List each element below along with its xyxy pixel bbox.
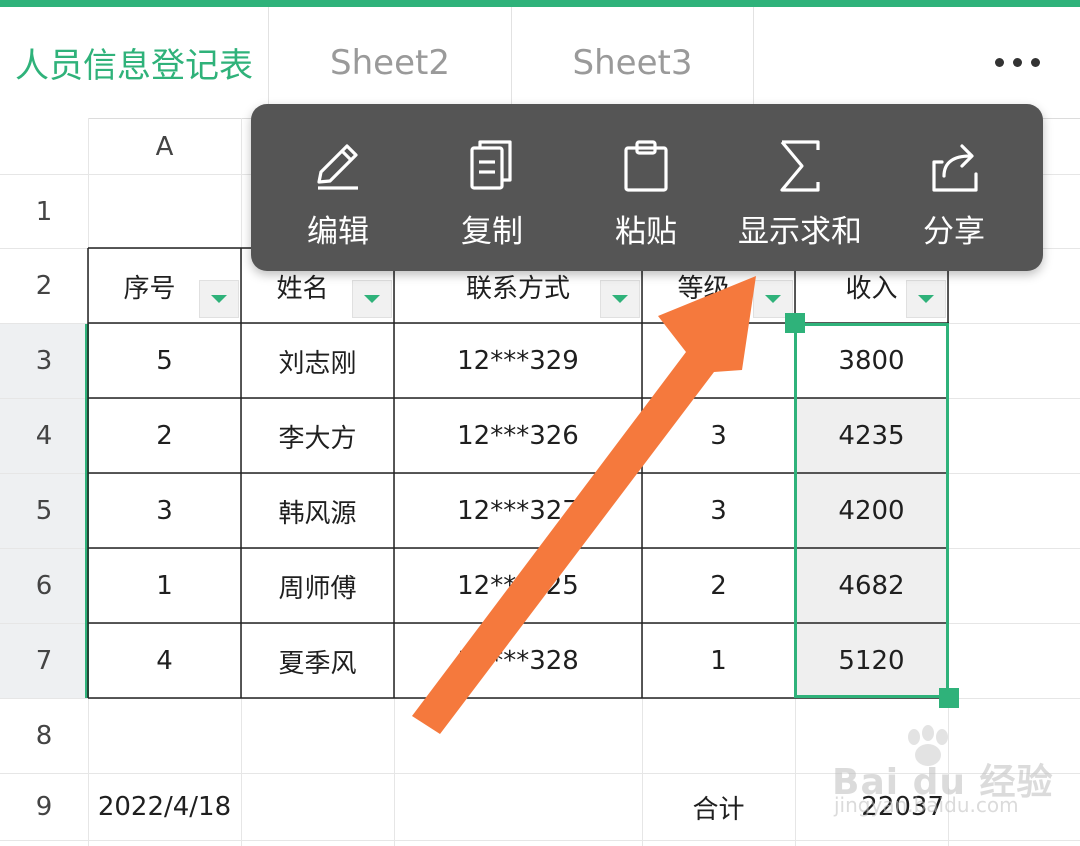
header-label: 收入	[845, 273, 898, 304]
cell[interactable]: 3	[642, 399, 795, 473]
filter-dropdown-contact[interactable]	[600, 280, 640, 318]
dropdown-triangle-icon	[211, 295, 227, 303]
cell[interactable]: 5120	[795, 624, 948, 698]
cell[interactable]: 12***329	[394, 324, 642, 398]
dropdown-triangle-icon	[364, 295, 380, 303]
cell-date[interactable]: 2022/4/18	[88, 774, 241, 840]
sheet-tabs-bar: 人员信息登记表 Sheet2 Sheet3	[0, 7, 1080, 119]
row-header-1[interactable]: 1	[0, 175, 88, 248]
cell[interactable]: 刘志刚	[241, 324, 394, 398]
cell[interactable]: 李大方	[241, 399, 394, 473]
cell[interactable]: 4	[88, 624, 241, 698]
clipboard-icon	[624, 140, 668, 192]
dropdown-triangle-icon	[918, 295, 934, 303]
column-header-a[interactable]: A	[88, 118, 241, 175]
filter-dropdown-income[interactable]	[906, 280, 946, 318]
dropdown-triangle-icon	[612, 295, 628, 303]
cell[interactable]: 4235	[795, 399, 948, 473]
cell-total-label[interactable]: 合计	[642, 774, 795, 840]
cell[interactable]: 夏季风	[241, 624, 394, 698]
more-dot-icon	[995, 58, 1004, 67]
menu-label: 分享	[923, 214, 985, 250]
filter-dropdown-name[interactable]	[352, 280, 392, 318]
menu-item-show-sum[interactable]: 显示求和	[723, 104, 877, 271]
row-header-5[interactable]: 5	[0, 474, 88, 548]
menu-item-paste[interactable]: 粘贴	[569, 104, 723, 271]
row-header-4[interactable]: 4	[0, 399, 88, 473]
menu-item-copy[interactable]: 复制	[415, 104, 569, 271]
context-menu: 编辑 复制 粘贴 显示求和 分享	[251, 104, 1043, 271]
cell[interactable]: 4	[642, 324, 795, 398]
cell[interactable]: 4200	[795, 474, 948, 548]
top-accent-bar	[0, 0, 1080, 7]
cell[interactable]: 12***326	[394, 399, 642, 473]
tab-sheet1[interactable]: 人员信息登记表	[0, 7, 269, 118]
tab-sheet3[interactable]: Sheet3	[512, 7, 754, 118]
sigma-icon	[780, 140, 820, 192]
header-label: 联系方式	[465, 273, 570, 304]
menu-label: 粘贴	[615, 214, 677, 250]
header-label: 姓名	[276, 273, 329, 304]
row-header-7[interactable]: 7	[0, 624, 88, 698]
cell[interactable]: 3	[642, 474, 795, 548]
header-label: 序号	[123, 273, 176, 304]
cell[interactable]: 1	[88, 549, 241, 623]
cell[interactable]: 12***328	[394, 624, 642, 698]
cell[interactable]: 3	[88, 474, 241, 548]
row-header-6[interactable]: 6	[0, 549, 88, 623]
row-header-9[interactable]: 9	[0, 774, 88, 840]
menu-label: 编辑	[307, 214, 369, 250]
row-header-8[interactable]: 8	[0, 699, 88, 773]
cell[interactable]: 5	[88, 324, 241, 398]
cell[interactable]: 4682	[795, 549, 948, 623]
menu-item-share[interactable]: 分享	[877, 104, 1031, 271]
selection-handle-top[interactable]	[785, 313, 805, 333]
tab-sheet2[interactable]: Sheet2	[269, 7, 512, 118]
header-label: 等级	[677, 273, 730, 304]
cell[interactable]: 2	[642, 549, 795, 623]
row-header-2[interactable]: 2	[0, 249, 88, 323]
menu-label: 复制	[461, 214, 523, 250]
dropdown-triangle-icon	[765, 295, 781, 303]
cell[interactable]: 12***327	[394, 474, 642, 548]
cell[interactable]: 韩风源	[241, 474, 394, 548]
more-tabs-button[interactable]	[955, 7, 1080, 118]
menu-item-edit[interactable]: 编辑	[261, 104, 415, 271]
selection-handle-bottom[interactable]	[939, 688, 959, 708]
filter-dropdown-index[interactable]	[199, 280, 239, 318]
more-dot-icon	[1013, 58, 1022, 67]
more-dot-icon	[1031, 58, 1040, 67]
pencil-icon	[317, 144, 358, 190]
share-icon	[932, 144, 978, 192]
row-header-3[interactable]: 3	[0, 324, 88, 398]
copy-icon	[470, 140, 512, 190]
cell[interactable]: 3800	[795, 324, 948, 398]
cell[interactable]: 1	[642, 624, 795, 698]
watermark-url: jingyan.baidu.com	[834, 793, 1019, 817]
cell[interactable]: 2	[88, 399, 241, 473]
cell[interactable]: 12***325	[394, 549, 642, 623]
menu-label: 显示求和	[738, 214, 862, 250]
cell[interactable]: 周师傅	[241, 549, 394, 623]
